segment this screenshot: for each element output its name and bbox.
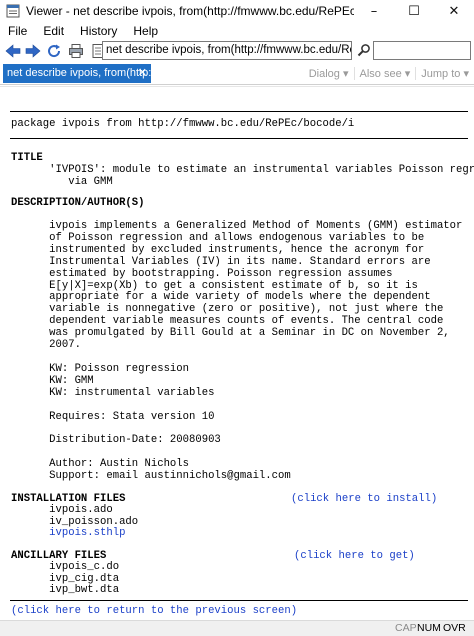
viewer-content: package ivpois from http://fmwww.bc.edu/… <box>0 86 474 620</box>
title-bar: Viewer - net describe ivpois, from(http:… <box>0 0 474 22</box>
toolbar: net describe ivpois, from(http://fmwww.b… <box>0 40 474 62</box>
divider <box>10 111 468 112</box>
command-url-input[interactable]: net describe ivpois, from(http://fmwww.b… <box>102 41 352 60</box>
description-text: ivpois implements a Generalized Method o… <box>49 220 463 483</box>
caps-lock-indicator: CAP <box>395 622 417 634</box>
find-icon[interactable] <box>357 43 371 57</box>
also-see-menu[interactable]: Also see ▾ <box>353 67 416 80</box>
jump-to-menu[interactable]: Jump to ▾ <box>415 67 474 80</box>
overwrite-indicator: OVR <box>443 622 466 634</box>
dialog-menu[interactable]: Dialog ▾ <box>304 67 354 80</box>
install-link[interactable]: (click here to install) <box>291 493 437 506</box>
divider <box>10 138 468 139</box>
close-window-button[interactable]: ✕ <box>434 0 474 22</box>
menu-file[interactable]: File <box>0 24 35 38</box>
window-title: Viewer - net describe ivpois, from(http:… <box>26 4 354 18</box>
menu-edit[interactable]: Edit <box>35 24 72 38</box>
status-bar: CAP NUM OVR <box>0 620 474 636</box>
printer-icon <box>69 44 83 58</box>
menu-bar: File Edit History Help <box>0 22 474 40</box>
viewer-tools: Dialog ▾ Also see ▾ Jump to ▾ <box>304 64 474 83</box>
ancillary-file: ivp_bwt.dta <box>11 584 120 596</box>
back-button[interactable] <box>4 41 22 61</box>
minimize-button[interactable]: – <box>354 0 394 22</box>
package-line: package ivpois from http://fmwww.bc.edu/… <box>11 118 355 130</box>
forward-arrow-icon <box>25 44 41 58</box>
title-text: 'IVPOIS': module to estimate an instrume… <box>49 164 474 188</box>
stata-viewer-icon <box>6 4 20 18</box>
divider <box>10 600 468 601</box>
return-link[interactable]: (click here to return to the previous sc… <box>11 605 297 618</box>
find-input[interactable] <box>373 41 471 60</box>
menu-help[interactable]: Help <box>125 24 166 38</box>
num-lock-indicator: NUM <box>417 622 441 634</box>
refresh-icon <box>48 44 61 58</box>
ancillary-get-link[interactable]: (click here to get) <box>294 550 415 563</box>
tab-bar: net describe ivpois, from(http://fm... ✕… <box>0 63 474 85</box>
menu-history[interactable]: History <box>72 24 125 38</box>
tab-net-describe[interactable]: net describe ivpois, from(http://fm... ✕ <box>3 64 151 83</box>
description-heading: DESCRIPTION/AUTHOR(S) <box>11 197 145 209</box>
tab-close-icon[interactable]: ✕ <box>138 64 147 83</box>
forward-button[interactable] <box>24 41 42 61</box>
print-button[interactable] <box>66 41 86 61</box>
refresh-button[interactable] <box>44 41 64 61</box>
help-file-link[interactable]: ivpois.sthlp <box>11 527 125 540</box>
tab-label: net describe ivpois, from(http://fm... <box>7 67 151 79</box>
back-arrow-icon <box>5 44 21 58</box>
maximize-button[interactable]: ☐ <box>394 0 434 22</box>
